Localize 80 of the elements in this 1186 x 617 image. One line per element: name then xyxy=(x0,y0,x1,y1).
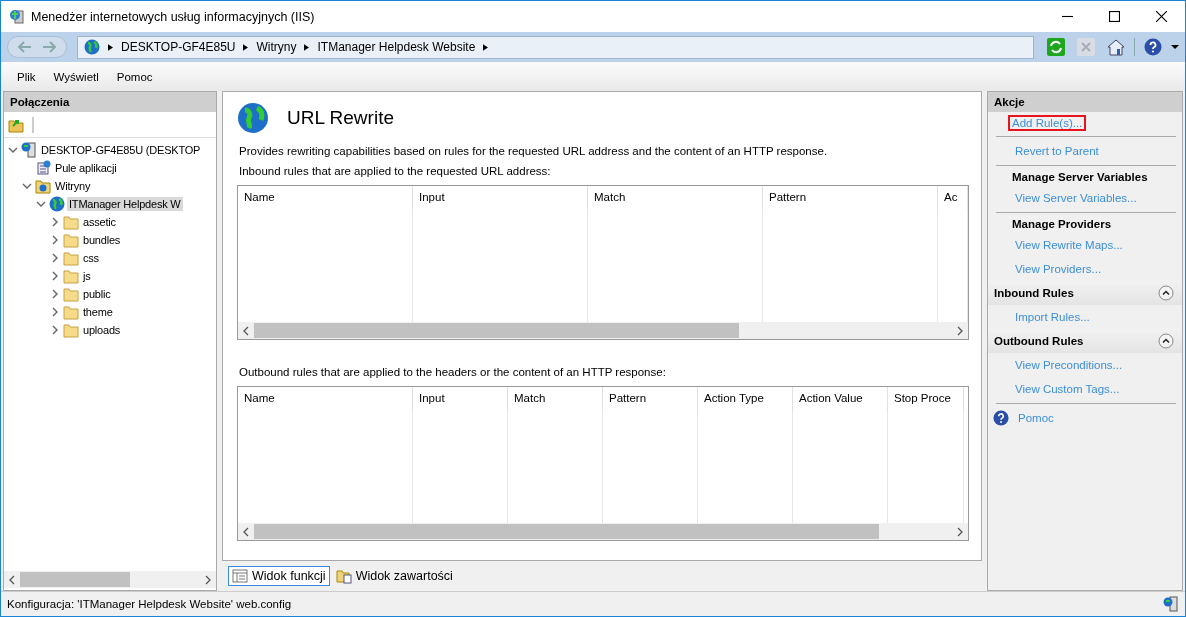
pane-header: Akcje xyxy=(988,92,1182,112)
tree-item[interactable]: Pule aplikacji xyxy=(53,161,119,175)
help-icon xyxy=(993,410,1009,426)
menu-item[interactable]: Wyświetl xyxy=(53,70,99,83)
close-icon[interactable] xyxy=(1156,11,1167,22)
help-icon[interactable] xyxy=(1144,38,1162,56)
tree-item[interactable]: theme xyxy=(81,305,115,319)
feature-list-icon xyxy=(232,568,248,584)
column-header[interactable]: Ac xyxy=(938,186,968,210)
server-icon xyxy=(21,142,37,158)
breadcrumb-arrow-icon[interactable] xyxy=(304,43,310,51)
column-header[interactable]: Match xyxy=(508,387,603,411)
sites-folder-icon xyxy=(35,178,51,194)
breadcrumb-arrow-icon[interactable] xyxy=(108,43,113,51)
collapse-icon[interactable] xyxy=(1158,285,1174,301)
app-icon xyxy=(9,8,25,25)
folder-icon xyxy=(63,214,79,230)
address-field[interactable]: DESKTOP-GF4E85U Witryny ITManager Helpdesk Website xyxy=(77,35,1034,59)
tree-item[interactable]: Witryny xyxy=(53,179,93,193)
action-heading: Manage Providers xyxy=(1012,218,1112,230)
expander-icon[interactable] xyxy=(7,145,19,155)
home-icon[interactable] xyxy=(1107,38,1125,56)
globe-icon xyxy=(84,39,100,55)
pane-header: Połączenia xyxy=(4,92,216,112)
folder-icon xyxy=(63,268,79,284)
application-pools-icon xyxy=(35,160,51,176)
documents-icon xyxy=(335,568,352,584)
folder-icon xyxy=(63,322,79,338)
column-header[interactable]: Action Value xyxy=(793,387,888,411)
feature-description: Provides rewriting capabilities based on rules for the requested URL address and the content of an HTTP response. xyxy=(239,145,829,157)
breadcrumb-arrow-icon[interactable] xyxy=(243,43,249,51)
rules-table-label: Inbound rules that are applied to the requested URL address: xyxy=(239,165,552,177)
column-header[interactable]: Match xyxy=(588,186,763,210)
menu-item[interactable]: Pomoc xyxy=(116,70,153,83)
column-header[interactable]: Name xyxy=(238,186,413,210)
dropdown-caret-icon[interactable] xyxy=(1171,45,1179,49)
column-header[interactable]: Action Type xyxy=(698,387,793,411)
column-header[interactable]: Input xyxy=(413,387,508,411)
expander-icon[interactable] xyxy=(35,199,47,209)
globe-icon xyxy=(49,196,65,212)
globe-icon xyxy=(237,102,269,134)
menu-item[interactable]: Plik xyxy=(17,70,36,83)
status-text: Konfiguracja: 'ITManager Helpdesk Website' web.config xyxy=(7,598,292,610)
tree-item[interactable]: js xyxy=(81,269,93,283)
tree-item[interactable]: public xyxy=(81,287,113,301)
view-tab[interactable]: Widok zawartości xyxy=(331,566,457,586)
folder-icon xyxy=(63,250,79,266)
tree-item[interactable]: DESKTOP-GF4E85U (DESKTOP xyxy=(39,143,203,157)
folder-icon xyxy=(63,304,79,320)
folder-icon xyxy=(63,286,79,302)
breadcrumb-item[interactable]: DESKTOP-GF4E85U xyxy=(121,40,236,54)
server-status-icon xyxy=(1163,596,1179,612)
column-header[interactable]: Input xyxy=(413,186,588,210)
breadcrumb-item[interactable]: ITManager Helpdesk Website xyxy=(317,40,476,54)
horizontal-scrollbar[interactable] xyxy=(238,523,968,540)
horizontal-scrollbar[interactable] xyxy=(4,571,216,588)
tree-item[interactable]: css xyxy=(81,251,101,265)
tree-item[interactable]: bundles xyxy=(81,233,123,247)
group-title: Outbound Rules xyxy=(994,335,1084,347)
window-title: Menedżer internetowych usług informacyjnych (IIS) xyxy=(31,9,315,24)
collapse-icon[interactable] xyxy=(1158,333,1174,349)
folder-icon xyxy=(63,232,79,248)
refresh-icon[interactable] xyxy=(1047,38,1065,56)
breadcrumb-item[interactable]: Witryny xyxy=(256,40,297,54)
column-header[interactable]: Pattern xyxy=(763,186,938,210)
rules-table-label: Outbound rules that are applied to the headers or the content of an HTTP response: xyxy=(239,366,667,378)
breadcrumb-arrow-icon[interactable] xyxy=(483,43,489,51)
horizontal-scrollbar[interactable] xyxy=(238,322,968,339)
maximize-icon[interactable] xyxy=(1109,11,1120,22)
expander-icon[interactable] xyxy=(21,181,33,191)
tree-item[interactable]: ITManager Helpdesk W xyxy=(67,197,183,211)
group-title: Inbound Rules xyxy=(994,287,1074,299)
tree-item[interactable]: uploads xyxy=(81,323,123,337)
column-header[interactable]: Pattern xyxy=(603,387,698,411)
feature-title: URL Rewrite xyxy=(287,107,394,129)
view-tab[interactable]: Widok funkcji xyxy=(228,566,330,586)
tree-item[interactable]: assetic xyxy=(81,215,118,229)
column-header[interactable]: Name xyxy=(238,387,413,411)
column-header[interactable]: Stop Proce xyxy=(888,387,964,411)
action-heading: Manage Server Variables xyxy=(1012,171,1148,183)
